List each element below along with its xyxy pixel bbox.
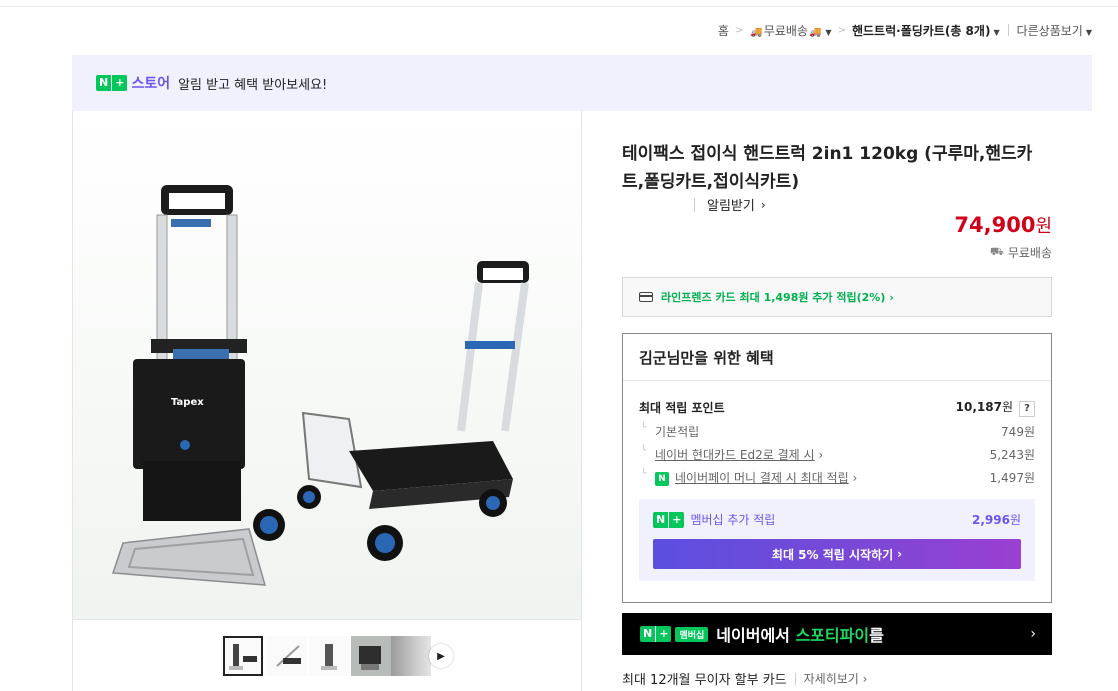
chevron-right-icon: › — [760, 197, 766, 212]
point-row-npay-money: N네이버페이 머니 결제 시 최대 적립 › 1,497원 — [639, 469, 1035, 486]
top-divider — [0, 6, 1118, 7]
thumbnail-video[interactable]: ▶ — [391, 636, 453, 676]
truck-icon: 🚚 — [750, 26, 763, 38]
product-info: 테이팩스 접이식 핸드트럭 2in1 120kg (구루마,핸드카트,폴딩카트,… — [622, 140, 1052, 688]
credit-card-icon — [639, 292, 653, 302]
membership-start-button[interactable]: 최대 5% 적립 시작하기 › — [653, 539, 1021, 569]
max-points-row: 최대 적립 포인트 10,187원? — [639, 398, 1035, 417]
chevron-right-icon: > — [837, 24, 846, 36]
store-notify-banner: N + 스토어 알림 받고 혜택 받아보세요! 알림받기 › — [72, 55, 1092, 214]
installment-details-link[interactable]: 자세히보기 › — [804, 670, 868, 687]
chevron-right-icon: › — [897, 547, 903, 561]
chevron-right-icon: › — [1030, 626, 1036, 642]
membership-box: N + 멤버십 추가 적립 2,996원 최대 5% 적립 시작하기 › — [639, 499, 1035, 581]
truck-icon: 🚚 — [808, 26, 822, 38]
notify-button[interactable]: 알림받기 › — [694, 195, 1118, 214]
thumbnail-4[interactable] — [351, 636, 391, 676]
point-row-basic: 기본적립 749원 — [639, 423, 1035, 440]
play-icon: ▶ — [429, 644, 453, 668]
thumbnail-3[interactable] — [309, 636, 349, 676]
chevron-right-icon: > — [734, 24, 744, 36]
thumbnail-strip: ▶ — [73, 619, 581, 691]
point-row-hyundai-card: 네이버 현대카드 Ed2로 결제 시 › 5,243원 — [639, 446, 1035, 463]
naver-pay-icon: N — [655, 471, 669, 486]
spotify-promo-banner[interactable]: N + 멤버십 네이버에서 스포티파이를 › — [622, 613, 1052, 655]
caret-down-icon: ▼ — [1085, 27, 1092, 37]
naver-plus-logo: N + — [640, 626, 672, 642]
installment-row: 최대 12개월 무이자 할부 카드 자세히보기 › — [622, 670, 868, 688]
breadcrumb: 홈 > 🚚무료배송🚚 ▼ > 핸드트럭·폴딩카트(총 8개) ▼ 다른상품보기 ▼ — [718, 20, 1092, 40]
benefit-panel: 김군님만을 위한 혜택 최대 적립 포인트 10,187원? 기본적립 749원… — [622, 333, 1052, 603]
caret-down-icon: ▼ — [993, 27, 1000, 37]
product-title: 테이팩스 접이식 핸드트럭 2in1 120kg (구루마,핸드카트,폴딩카트,… — [622, 144, 1033, 192]
svg-text:Tapex: Tapex — [171, 397, 204, 408]
help-icon[interactable]: ? — [1019, 401, 1035, 417]
chevron-right-icon: › — [818, 448, 824, 462]
benefit-title: 김군님만을 위한 혜택 — [623, 334, 1051, 381]
thumbnail-2[interactable] — [267, 636, 307, 676]
breadcrumb-free-shipping[interactable]: 🚚무료배송🚚 ▼ — [749, 22, 831, 39]
naver-plus-logo: N + — [653, 511, 685, 528]
breadcrumb-home[interactable]: 홈 — [718, 22, 729, 39]
caret-down-icon: ▼ — [825, 27, 832, 37]
product-main-image[interactable]: Tapex — [73, 111, 581, 619]
banner-message: 알림 받고 혜택 받아보세요! — [178, 77, 328, 93]
breadcrumb-category[interactable]: 핸드트럭·폴딩카트(총 8개) ▼ — [852, 22, 1000, 39]
divider — [1007, 24, 1009, 36]
truck-icon: ⛟ — [989, 245, 1004, 258]
store-label: 스토어 — [131, 76, 171, 92]
chevron-right-icon: › — [852, 471, 858, 485]
chevron-right-icon: › — [889, 290, 894, 304]
more-products-dropdown[interactable]: 다른상품보기 ▼ — [1017, 22, 1092, 39]
membership-tag: 멤버십 — [675, 626, 709, 642]
product-gallery: Tapex ▶ — [72, 111, 582, 691]
card-promo-banner[interactable]: 라인프렌즈 카드 최대 1,498원 추가 적립(2%) › — [622, 277, 1052, 317]
shipping-info: ⛟ 무료배송 — [989, 245, 1052, 260]
thumbnail-1[interactable] — [223, 636, 263, 676]
product-price: 74,900원 — [954, 213, 1052, 237]
naver-plus-logo: N + — [96, 75, 128, 91]
